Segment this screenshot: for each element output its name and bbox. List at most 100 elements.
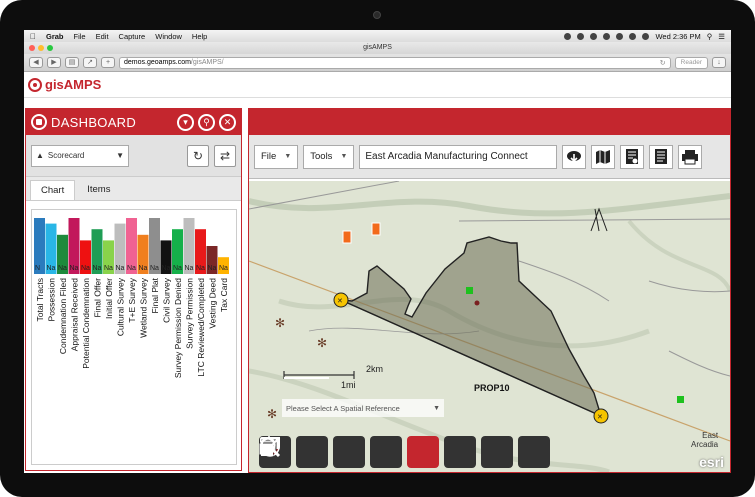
chart-bar-label: Na <box>81 265 90 272</box>
dashboard-header: DASHBOARD ▾ ⚲ ✕ <box>26 109 241 135</box>
chart-bar-label: Na <box>162 265 171 272</box>
menu-help[interactable]: Help <box>192 32 207 41</box>
spatial-placeholder: Please Select A Spatial Reference <box>286 403 400 413</box>
apple-icon[interactable]:  <box>30 32 36 41</box>
chart-category-label: Cultural Survey <box>115 277 125 336</box>
close-window-button[interactable] <box>29 45 35 51</box>
chart-bar-label: Na <box>208 265 217 272</box>
chart-bar-label: Na <box>93 265 102 272</box>
collapse-icon[interactable]: ▾ <box>177 113 194 131</box>
zoom-window-button[interactable] <box>47 45 53 51</box>
status-icon[interactable] <box>590 32 598 40</box>
new-tab-button[interactable]: + <box>101 57 115 68</box>
place-label: East Arcadia <box>691 431 718 449</box>
app-header: gisAMPS <box>24 72 731 98</box>
scorecard-select[interactable]: ▲ Scorecard ▼ <box>31 144 129 167</box>
menu-app-name[interactable]: Grab <box>46 32 64 41</box>
logo-text: gisAMPS <box>45 77 102 92</box>
compass-icon[interactable] <box>260 436 439 468</box>
battery-icon[interactable] <box>642 32 650 40</box>
reader-button[interactable]: Reader <box>674 56 708 69</box>
app-logo[interactable]: gisAMPS <box>28 77 101 92</box>
report-icon[interactable] <box>620 144 645 169</box>
tab-chart[interactable]: Chart <box>30 180 76 200</box>
project-name-field[interactable]: East Arcadia Manufacturing Connect <box>359 144 558 169</box>
browser-title: gisAMPS <box>363 44 392 51</box>
comment-icon[interactable] <box>260 436 328 468</box>
list-icon[interactable]: ☰ <box>718 32 725 41</box>
chart-bar-label: Na <box>58 265 67 272</box>
back-button[interactable]: ◀ <box>29 57 43 68</box>
minimize-window-button[interactable] <box>38 45 44 51</box>
map-icon[interactable] <box>591 144 616 169</box>
print-icon[interactable] <box>678 144 703 169</box>
clock[interactable]: Wed 2:36 PM <box>655 32 700 41</box>
scorecard-chart: N Total Tracts Na Possession Na Condemnation … <box>31 209 237 465</box>
search-icon[interactable]: ⚲ <box>707 32 713 41</box>
screen:  Grab File Edit Capture Window Help Wed… <box>24 30 731 473</box>
status-icon[interactable] <box>564 32 572 40</box>
status-icon[interactable] <box>603 32 611 40</box>
chart-category-label: Tax Card <box>219 278 229 312</box>
chart-bar-label: Na <box>127 265 136 272</box>
map-toolbar: File ▼ Tools ▼ East Arcadia Manufacturin… <box>249 135 730 179</box>
map-view[interactable]: ✕ ✕ ✻ ✻ ✻ PROP10 2km 1mi Please Select A… <box>249 181 730 472</box>
mountain-icon: ▲ <box>36 151 44 160</box>
forward-button[interactable]: ▶ <box>47 57 61 68</box>
menubar-status: Wed 2:36 PM ⚲ ☰ <box>564 32 725 41</box>
place-label-line1: East <box>702 431 719 440</box>
share-button[interactable]: ↗ <box>83 57 97 68</box>
map-header <box>249 109 730 135</box>
camera <box>373 11 381 19</box>
refresh-button[interactable]: ↻ <box>187 144 209 167</box>
chart-category-label: Condemnation Filed <box>58 278 68 354</box>
chart-bar-label: Na <box>150 265 159 272</box>
layers-icon[interactable] <box>259 436 476 468</box>
chart-category-label: Vesting Deed <box>207 278 217 329</box>
parcel-label[interactable]: PROP10 <box>474 383 510 393</box>
download-icon[interactable] <box>562 144 587 169</box>
spatial-reference-select[interactable]: Please Select A Spatial Reference ▼ <box>282 399 444 417</box>
map-panel: File ▼ Tools ▼ East Arcadia Manufacturin… <box>248 108 731 473</box>
chart-category-label: Initial Offer <box>104 278 114 319</box>
chart-category-label: LTC Reviewed/Completed <box>196 278 206 377</box>
search-map-icon[interactable] <box>260 436 550 468</box>
sidebar-button[interactable]: ▤ <box>65 57 79 68</box>
share-map-icon[interactable] <box>261 436 513 468</box>
chart-bar-label: Na <box>173 265 182 272</box>
dashboard-controls: ▾ ⚲ ✕ <box>177 113 236 131</box>
tools-menu-label: Tools <box>310 151 333 162</box>
dashboard-panel: DASHBOARD ▾ ⚲ ✕ ▲ Scorecard ▼ ↻ ⇄ Chart <box>25 108 242 471</box>
chart-bar-label: Na <box>116 265 125 272</box>
chart-category-label: Final Offer <box>92 278 102 318</box>
address-bar[interactable]: demos.geoamps.com /gisAMPS/ ↻ <box>119 56 671 69</box>
window-controls <box>29 45 53 51</box>
browser-toolbar: ◀ ▶ ▤ ↗ + demos.geoamps.com /gisAMPS/ ↻ … <box>24 54 731 72</box>
url-path: /gisAMPS/ <box>190 59 224 66</box>
chart-bar-label: Na <box>139 265 148 272</box>
swap-button[interactable]: ⇄ <box>214 144 236 167</box>
status-icon[interactable] <box>577 32 585 40</box>
volume-icon[interactable] <box>629 32 637 40</box>
chart-category-label: Survey Permission Denied <box>173 278 183 378</box>
menu-capture[interactable]: Capture <box>119 32 146 41</box>
file-menu[interactable]: File ▼ <box>254 144 299 169</box>
close-icon[interactable]: ✕ <box>219 113 236 131</box>
logo-icon <box>28 77 42 92</box>
download-button[interactable]: ↓ <box>712 57 726 68</box>
menu-window[interactable]: Window <box>155 32 182 41</box>
reload-icon[interactable]: ↻ <box>660 59 666 67</box>
tab-items[interactable]: Items <box>77 180 120 200</box>
document-icon[interactable] <box>649 144 674 169</box>
chart-bar-label: Na <box>219 265 228 272</box>
chart-category-label: Survey Permission <box>184 278 194 349</box>
menu-edit[interactable]: Edit <box>96 32 109 41</box>
locate-icon[interactable] <box>259 436 402 468</box>
wifi-icon[interactable] <box>616 32 624 40</box>
tools-menu[interactable]: Tools ▼ <box>303 144 355 169</box>
chart-category-label: Appraisal Received <box>69 278 79 352</box>
pen-icon[interactable] <box>262 436 365 468</box>
menu-file[interactable]: File <box>74 32 86 41</box>
select-value: Scorecard <box>47 151 85 160</box>
pin-icon[interactable]: ⚲ <box>198 113 215 131</box>
